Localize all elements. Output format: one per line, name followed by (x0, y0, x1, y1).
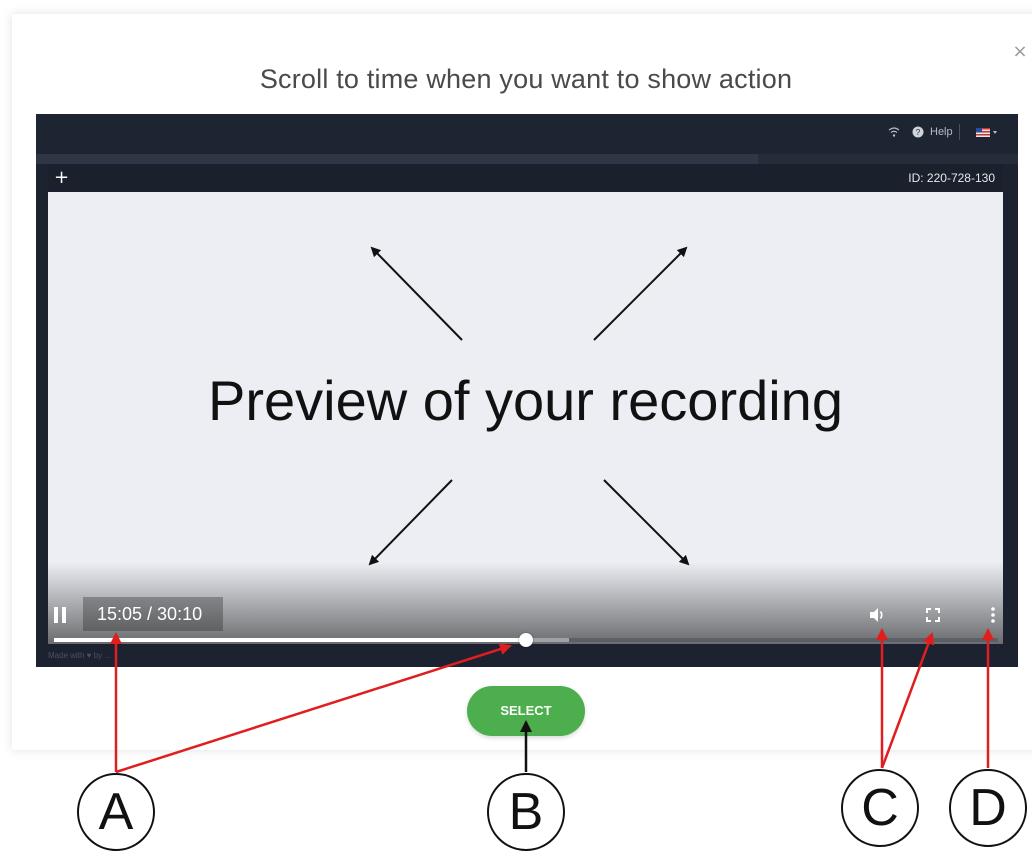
wifi-icon (888, 126, 900, 141)
time-display: 15:05 / 30:10 (97, 604, 203, 624)
callout-a: A (98, 783, 134, 841)
upload-progress-strip (36, 154, 1018, 164)
svg-text:?: ? (916, 128, 921, 137)
arrow-down-right (603, 479, 690, 566)
topbar-divider (959, 124, 960, 140)
footer-note: Made with ♥ by ... (48, 651, 111, 660)
modal-title: Scroll to time when you want to show act… (259, 64, 793, 94)
seek-bar[interactable] (54, 633, 998, 647)
session-bar: + ID: 220-728-130 (48, 164, 1003, 192)
us-flag-icon[interactable] (976, 128, 998, 141)
seek-handle[interactable] (519, 633, 533, 647)
close-icon[interactable]: × (1010, 42, 1030, 62)
volume-icon[interactable] (868, 606, 886, 624)
seek-played (54, 638, 526, 642)
fullscreen-icon[interactable] (924, 606, 942, 624)
callout-b: B (508, 783, 544, 841)
help-icon[interactable]: ? (912, 126, 924, 141)
arrow-up-left (370, 246, 463, 341)
help-link[interactable]: Help (930, 126, 953, 138)
time-display-box: 15:05 / 30:10 (83, 597, 223, 631)
preview-headline: Preview of your recording (208, 369, 843, 432)
arrow-up-right (593, 246, 688, 341)
video-preview[interactable]: Preview of your recording (48, 192, 1003, 644)
arrow-down-left (368, 479, 453, 566)
upload-progress-fill (36, 154, 758, 164)
more-options-icon[interactable] (984, 606, 1002, 624)
callout-d: D (969, 779, 1007, 837)
session-id: ID: 220-728-130 (908, 171, 995, 185)
pause-icon[interactable] (54, 607, 68, 623)
plus-icon[interactable]: + (54, 168, 70, 188)
select-button[interactable]: SELECT (467, 686, 585, 736)
screenshot-stage: × Scroll to time when you want to show a… (0, 0, 1032, 852)
player-topbar: ? Help (36, 114, 1018, 154)
callout-c: C (861, 779, 899, 837)
video-player: ? Help + ID: 220-728-130 Preview of your… (36, 114, 1018, 667)
